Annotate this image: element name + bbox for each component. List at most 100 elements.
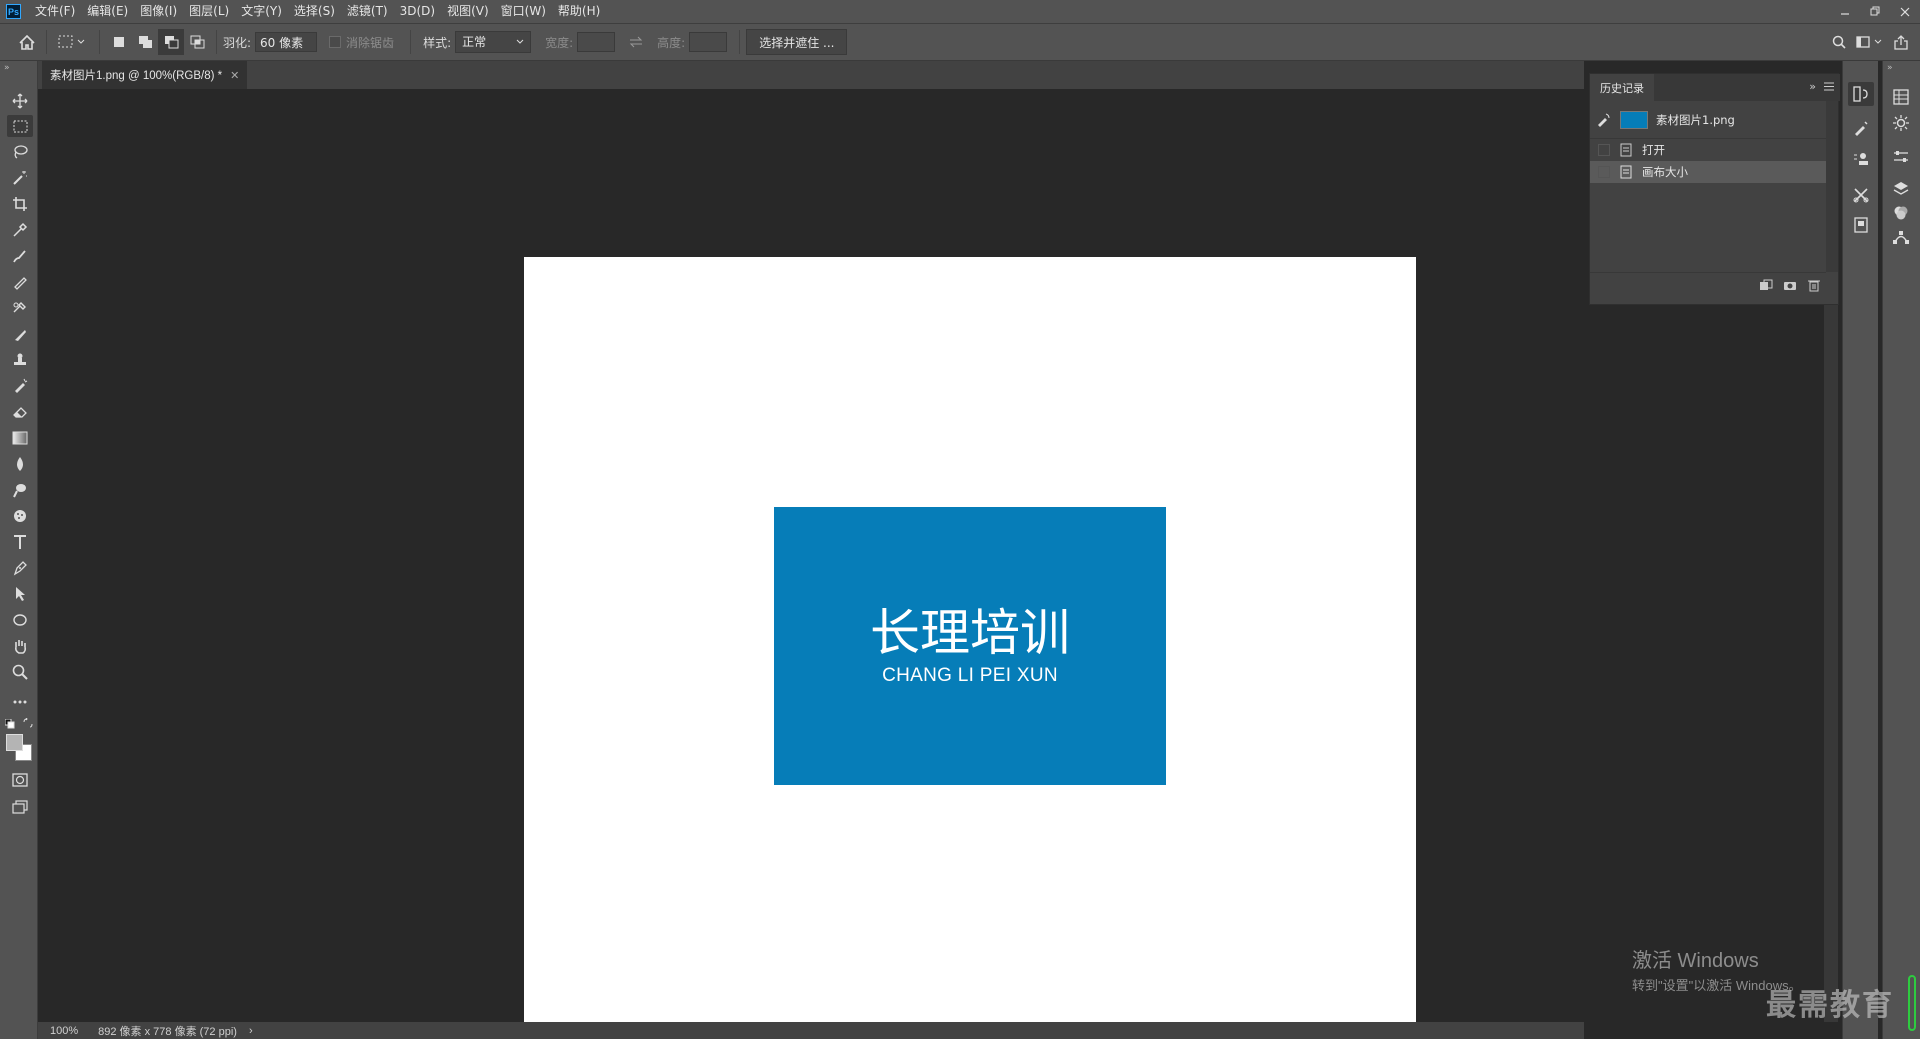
quick-mask-icon[interactable] [7,769,33,791]
close-tab-icon[interactable]: ✕ [230,69,239,82]
eraser-tool-icon[interactable] [7,401,33,423]
more-tools-icon[interactable] [7,691,33,713]
document-tab[interactable]: 素材图片1.png @ 100%(RGB/8) * ✕ [42,61,248,89]
menu-select[interactable]: 选择(S) [288,0,341,23]
minimize-icon[interactable] [1830,0,1860,23]
history-panel-icon[interactable] [1848,82,1874,106]
menu-file[interactable]: 文件(F) [29,0,81,23]
trash-icon[interactable] [1802,275,1826,295]
menu-view[interactable]: 视图(V) [441,0,495,23]
options-bar: 羽化: 60 像素 消除锯齿 样式: 正常 宽度: 高度: 选择并遮住 ... [0,23,1920,61]
activation-title: 激活 Windows [1632,950,1759,972]
crop-tool-icon[interactable] [7,193,33,215]
status-menu-arrow-icon[interactable]: › [249,1025,253,1037]
history-state-checkbox[interactable] [1598,166,1610,178]
menu-3d[interactable]: 3D(D) [394,0,441,23]
photoshop-logo-icon: Ps [6,4,21,19]
path-selection-tool-icon[interactable] [7,583,33,605]
tool-presets-icon[interactable] [1848,183,1874,207]
share-icon[interactable] [1888,29,1914,55]
restore-icon[interactable] [1860,0,1890,23]
properties-small-icon[interactable] [1848,213,1874,237]
sponge-tool-icon[interactable] [7,505,33,527]
history-snapshot[interactable]: 素材图片1.png [1590,107,1826,133]
layers-icon[interactable] [1888,177,1914,201]
history-brush-tool-icon[interactable] [7,323,33,345]
search-icon[interactable] [1826,29,1852,55]
expand-toolbar-icon[interactable]: » [4,63,10,73]
camera-icon[interactable] [1778,275,1802,295]
select-and-mask-button[interactable]: 选择并遮住 ... [746,29,848,55]
default-colors-icon[interactable] [5,719,15,729]
swap-dimensions-icon[interactable] [623,29,649,55]
canvas-workspace[interactable]: 长理培训 CHANG LI PEI XUN [38,89,1584,1035]
foreground-color-swatch-front[interactable] [6,734,23,751]
panel-menu-icon[interactable] [1824,82,1834,91]
properties-sliders-icon[interactable] [1888,145,1914,169]
clone-stamp-tool-icon[interactable] [7,297,33,319]
screen-mode-icon[interactable] [7,796,33,818]
ellipse-tool-icon[interactable] [7,609,33,631]
history-scrollbar[interactable] [1826,101,1838,272]
feather-input[interactable]: 60 像素 [255,32,318,52]
height-input[interactable] [689,32,728,52]
healing-brush-tool-icon[interactable] [7,245,33,267]
feather-label: 羽化: [223,35,252,50]
menu-filter[interactable]: 滤镜(T) [341,0,394,23]
history-state-label: 画布大小 [1642,165,1688,179]
document-canvas[interactable]: 长理培训 CHANG LI PEI XUN [524,257,1416,1035]
history-state-row-selected[interactable]: 画布大小 [1590,161,1826,183]
marquee-preset-icon[interactable] [53,29,93,55]
dodge-tool-icon[interactable] [7,479,33,501]
menu-image[interactable]: 图像(I) [134,0,183,23]
brush-settings-icon[interactable] [1848,116,1874,140]
channels-icon[interactable] [1888,201,1914,225]
history-state-row[interactable]: 打开 [1590,138,1826,161]
history-tab[interactable]: 历史记录 [1590,74,1654,101]
new-document-from-state-icon[interactable] [1754,275,1778,295]
chevron-down-icon [516,39,524,45]
brush-tool-icon[interactable] [7,271,33,293]
eyedropper-tool-icon[interactable] [7,219,33,241]
blur-tool-icon[interactable] [7,453,33,475]
magic-wand-tool-icon[interactable] [7,167,33,189]
lasso-tool-icon[interactable] [7,141,33,163]
paths-icon[interactable] [1888,225,1914,249]
intersect-selection-icon[interactable] [184,29,210,55]
history-state-checkbox[interactable] [1598,144,1610,156]
type-tool-icon[interactable] [7,531,33,553]
zoom-tool-icon[interactable] [7,661,33,683]
menu-edit[interactable]: 编辑(E) [81,0,134,23]
width-input[interactable] [577,32,616,52]
menu-type[interactable]: 文字(Y) [235,0,288,23]
add-selection-icon[interactable] [132,29,158,55]
stamp-tool-icon[interactable] [7,349,33,371]
move-tool-icon[interactable] [7,90,33,112]
close-icon[interactable] [1890,0,1920,23]
hand-tool-icon[interactable] [7,635,33,657]
clone-source-icon[interactable] [1848,147,1874,171]
document-tab-strip: 素材图片1.png @ 100%(RGB/8) * ✕ [38,61,1584,89]
rectangular-marquee-tool-icon[interactable] [7,115,33,137]
gradient-tool-icon[interactable] [7,427,33,449]
adjustments-sun-icon[interactable] [1888,111,1914,135]
expand-dock-icon[interactable]: » [1887,63,1893,73]
subtract-selection-icon[interactable] [158,29,184,55]
pen-tool-icon[interactable] [7,557,33,579]
history-brush-source-icon[interactable] [1596,113,1610,127]
swap-colors-icon[interactable] [23,718,33,728]
workspace-icon[interactable] [1852,29,1888,55]
home-icon[interactable] [14,29,40,55]
grid-panel-icon[interactable] [1888,85,1914,109]
style-select[interactable]: 正常 [455,31,532,53]
new-selection-icon[interactable] [106,29,132,55]
collapse-panel-icon[interactable]: » [1809,80,1816,93]
menu-window[interactable]: 窗口(W) [495,0,552,23]
menu-layer[interactable]: 图层(L) [183,0,235,23]
zoom-level[interactable]: 100% [38,1025,86,1037]
history-state-label: 打开 [1642,143,1665,157]
art-history-brush-tool-icon[interactable] [7,375,33,397]
antialias-checkbox[interactable] [329,36,342,48]
panel-dock-collapsed-1 [1842,61,1878,1039]
menu-help[interactable]: 帮助(H) [552,0,606,23]
